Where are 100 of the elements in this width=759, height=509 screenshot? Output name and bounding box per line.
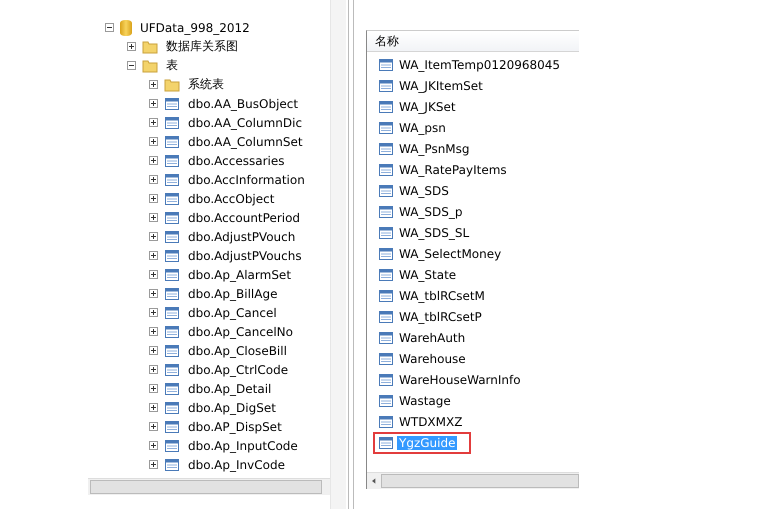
table-icon (378, 58, 394, 72)
table-icon (164, 306, 180, 320)
list-item[interactable]: WA_SelectMoney (397, 246, 504, 260)
tree-item[interactable]: UFData_998_2012 (138, 20, 252, 36)
table-icon (164, 116, 180, 130)
table-icon (164, 96, 180, 110)
table-icon (378, 204, 394, 218)
expander-icon[interactable] (149, 194, 158, 203)
expander-icon[interactable] (149, 175, 158, 184)
expander-icon[interactable] (149, 327, 158, 336)
list-item[interactable]: WA_psn (397, 120, 448, 134)
tree-item[interactable]: dbo.AdjustPVouch (186, 228, 298, 244)
expander-icon[interactable] (149, 213, 158, 222)
folder-icon (142, 40, 158, 54)
table-icon (164, 420, 180, 434)
tree-item[interactable]: dbo.AccObject (186, 190, 276, 206)
tree-item[interactable]: dbo.Ap_AlarmSet (186, 266, 294, 282)
expander-icon[interactable] (149, 137, 158, 146)
tree-item[interactable]: dbo.Ap_Cancel (186, 304, 279, 320)
list-item[interactable]: WA_State (397, 268, 458, 282)
expander-icon[interactable] (149, 403, 158, 412)
expander-icon[interactable] (149, 308, 158, 317)
tree-item[interactable]: dbo.AdjustPVouchs (186, 248, 304, 264)
table-icon (164, 230, 180, 244)
tree-item[interactable]: dbo.Ap_InvCode (186, 456, 287, 472)
folder-icon (164, 78, 180, 92)
table-icon (378, 414, 394, 428)
table-icon (164, 134, 180, 148)
table-icon (378, 142, 394, 156)
expander-icon[interactable] (149, 118, 158, 127)
tree-item[interactable]: dbo.Ap_DigSet (186, 400, 278, 416)
list-item[interactable]: WA_JKItemSet (397, 78, 485, 92)
vertical-scrollbar[interactable] (330, 0, 346, 509)
tree-item[interactable]: dbo.Ap_BillAge (186, 286, 280, 302)
tree-item[interactable]: dbo.Ap_CtrlCode (186, 362, 290, 378)
list-item[interactable]: WA_tblRCsetM (397, 288, 487, 302)
expander-icon[interactable] (105, 23, 114, 32)
expander-icon[interactable] (149, 251, 158, 260)
expander-icon[interactable] (149, 289, 158, 298)
list-item[interactable]: WA_SDS_SL (397, 226, 472, 240)
horizontal-scrollbar[interactable] (88, 478, 330, 495)
expander-icon[interactable] (149, 365, 158, 374)
table-icon (378, 330, 394, 344)
tree-item[interactable]: dbo.AA_ColumnSet (186, 134, 305, 150)
list-item[interactable]: WarehAuth (397, 330, 468, 344)
folder-icon (142, 58, 158, 72)
horizontal-scrollbar[interactable] (367, 472, 579, 489)
table-icon (378, 120, 394, 134)
tree-item[interactable]: 系统表 (186, 75, 226, 94)
list-item[interactable]: Warehouse (397, 352, 468, 366)
tree-item[interactable]: dbo.AccountPeriod (186, 210, 302, 226)
expander-icon[interactable] (149, 232, 158, 241)
expander-icon[interactable] (149, 156, 158, 165)
table-icon (164, 438, 180, 452)
table-icon (164, 344, 180, 358)
expander-icon[interactable] (149, 80, 158, 89)
table-icon (164, 458, 180, 472)
table-icon (378, 226, 394, 240)
list-item[interactable]: WTDXMXZ (397, 414, 464, 428)
tree-item[interactable]: dbo.AA_ColumnDic (186, 114, 304, 130)
list-item[interactable]: WareHouseWarnInfo (397, 372, 523, 386)
table-icon (378, 310, 394, 324)
tree-item[interactable]: dbo.AA_BusObject (186, 96, 300, 112)
tree-item[interactable]: dbo.Ap_CloseBill (186, 342, 289, 358)
database-icon (120, 20, 132, 36)
table-icon (164, 362, 180, 376)
table-icon (378, 372, 394, 386)
expander-icon[interactable] (149, 422, 158, 431)
list-item[interactable]: WA_JKSet (397, 100, 458, 114)
expander-icon[interactable] (149, 384, 158, 393)
list-item[interactable]: Wastage (397, 394, 453, 408)
tree-item[interactable]: 数据库关系图 (164, 37, 240, 56)
list-item[interactable]: WA_SDS (397, 184, 451, 198)
expander-icon[interactable] (127, 42, 136, 51)
tree-item[interactable]: 表 (164, 56, 180, 75)
expander-icon[interactable] (149, 346, 158, 355)
table-icon (164, 382, 180, 396)
expander-icon[interactable] (149, 99, 158, 108)
table-icon (378, 184, 394, 198)
expander-icon[interactable] (149, 460, 158, 469)
table-icon (378, 162, 394, 176)
list-item[interactable]: WA_RatePayItems (397, 162, 509, 176)
list-item[interactable]: WA_ItemTemp0120968045 (397, 58, 562, 72)
tree-item[interactable]: dbo.Accessaries (186, 152, 287, 168)
expander-icon[interactable] (127, 61, 136, 70)
list-item[interactable]: WA_PsnMsg (397, 142, 472, 156)
list-item[interactable]: WA_SDS_p (397, 204, 465, 218)
tree-item[interactable]: dbo.AccInformation (186, 172, 307, 188)
tree-item[interactable]: dbo.Ap_CancelNo (186, 324, 295, 340)
table-icon (378, 246, 394, 260)
table-icon (164, 286, 180, 300)
list-item[interactable]: WA_tblRCsetP (397, 310, 484, 324)
expander-icon[interactable] (149, 270, 158, 279)
tree-item[interactable]: dbo.AP_DispSet (186, 418, 284, 434)
table-icon (164, 172, 180, 186)
tree-item[interactable]: dbo.Ap_InputCode (186, 438, 300, 454)
scroll-left-icon[interactable] (372, 478, 376, 484)
table-icon (378, 352, 394, 366)
tree-item[interactable]: dbo.Ap_Detail (186, 380, 274, 396)
expander-icon[interactable] (149, 441, 158, 450)
